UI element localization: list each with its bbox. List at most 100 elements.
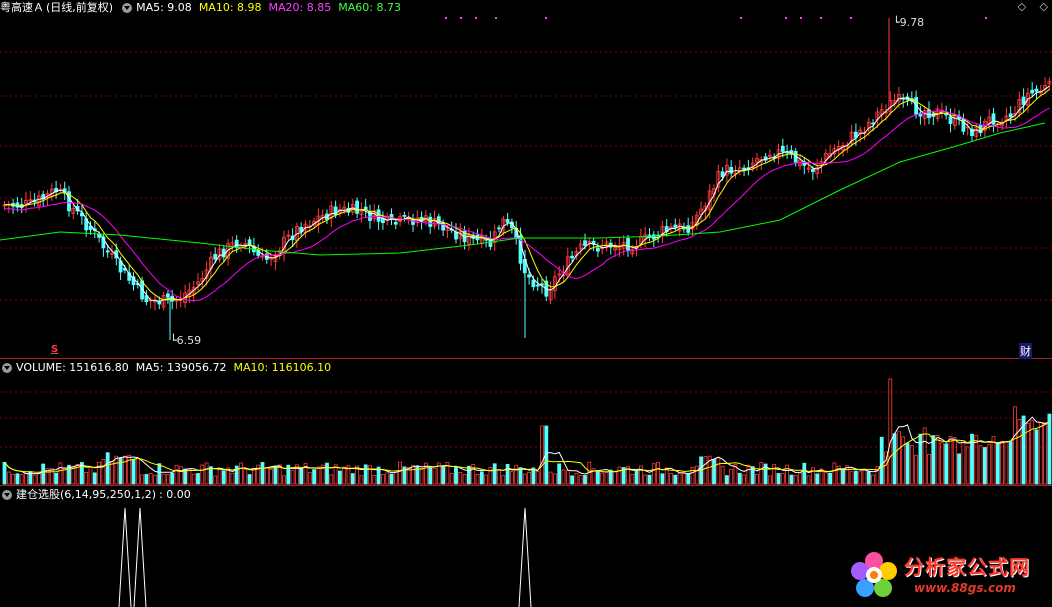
volume-bar bbox=[922, 427, 927, 485]
candle-body bbox=[965, 126, 970, 129]
candle-body bbox=[553, 276, 557, 292]
volume-bar bbox=[492, 463, 497, 485]
candle-body bbox=[1004, 115, 1009, 121]
stock-name[interactable]: 粤高速Ａ bbox=[0, 1, 44, 15]
volume-bar bbox=[686, 473, 691, 485]
volume-bar bbox=[286, 464, 291, 485]
candle-body bbox=[294, 226, 299, 241]
candle-body bbox=[944, 112, 949, 116]
volume-bar bbox=[183, 468, 188, 485]
candle-body bbox=[970, 128, 974, 136]
panel-divider bbox=[0, 358, 1052, 359]
volume-bar bbox=[131, 458, 136, 485]
candle-body bbox=[823, 152, 828, 161]
candle-body bbox=[694, 214, 699, 226]
candle-body bbox=[157, 300, 162, 305]
candle-body bbox=[368, 210, 372, 221]
volume-bar bbox=[974, 435, 979, 485]
finance-marker[interactable]: 财 bbox=[1019, 343, 1032, 359]
signal-marker[interactable]: S bbox=[51, 344, 58, 355]
volume-bar bbox=[944, 443, 949, 485]
candle-body bbox=[785, 151, 789, 154]
volume-bar bbox=[965, 446, 970, 485]
candle-body bbox=[927, 109, 931, 119]
volume-bar bbox=[406, 466, 411, 485]
candle-body bbox=[385, 215, 390, 221]
volume-bar bbox=[230, 472, 235, 485]
candle-body bbox=[1034, 88, 1039, 92]
candle-body bbox=[759, 158, 764, 163]
candle-body bbox=[832, 148, 837, 155]
candle-body bbox=[733, 172, 738, 175]
volume-bar bbox=[768, 475, 772, 485]
volume-bar bbox=[1004, 441, 1009, 485]
main-panel-header: 粤高速Ａ (日线,前复权) MA5: 9.08 MA10: 8.98 MA20:… bbox=[0, 0, 408, 16]
volume-bar bbox=[148, 473, 153, 485]
volume-bar bbox=[587, 461, 592, 485]
volume-bar bbox=[454, 466, 458, 485]
volume-bar bbox=[213, 475, 218, 485]
candle-body bbox=[6, 203, 11, 206]
volume-bar bbox=[793, 475, 798, 485]
collapse-toggle-icon[interactable] bbox=[2, 363, 12, 373]
volume-bar bbox=[118, 457, 123, 485]
candle-body bbox=[290, 235, 295, 241]
candle-body bbox=[811, 168, 815, 173]
candle-body bbox=[497, 227, 501, 230]
candle-body bbox=[651, 234, 656, 240]
candle-body bbox=[204, 269, 209, 279]
candle-body bbox=[273, 255, 278, 262]
candle-body bbox=[471, 234, 476, 239]
low-price-label: └6.59 bbox=[170, 334, 202, 347]
candle-body bbox=[707, 190, 712, 210]
candle-body bbox=[441, 222, 446, 231]
candle-body bbox=[798, 159, 802, 167]
collapse-toggle-icon[interactable] bbox=[122, 3, 133, 13]
bookmark-icon[interactable]: ◇ bbox=[1040, 0, 1048, 13]
candle-body bbox=[509, 221, 514, 229]
candle-body bbox=[888, 99, 893, 113]
volume-bar bbox=[1026, 422, 1030, 485]
volume-bar bbox=[983, 447, 987, 485]
candle-body bbox=[226, 243, 231, 259]
candle-body bbox=[15, 202, 20, 208]
candle-body bbox=[862, 131, 867, 134]
candle-body bbox=[247, 239, 252, 247]
volume-bar bbox=[101, 459, 106, 485]
candle-body bbox=[643, 234, 648, 240]
candle-body bbox=[234, 239, 239, 248]
volume-bar bbox=[871, 474, 875, 485]
candle-body bbox=[230, 242, 235, 248]
volume-bar bbox=[28, 471, 33, 485]
volume-bar bbox=[854, 470, 858, 485]
diamond-icon[interactable]: ◇ bbox=[1018, 0, 1026, 13]
volume-bar bbox=[428, 467, 433, 485]
volume-bar bbox=[858, 471, 863, 485]
candle-body bbox=[92, 228, 97, 232]
candle-body bbox=[251, 245, 256, 253]
high-price-label: └9.78 bbox=[893, 16, 925, 29]
volume-bar bbox=[221, 470, 226, 485]
candle-body bbox=[101, 236, 106, 249]
candle-body bbox=[11, 203, 16, 207]
candle-body bbox=[153, 299, 157, 303]
kline-chart[interactable] bbox=[0, 0, 1052, 607]
ma60-line bbox=[0, 122, 1046, 256]
volume-bar bbox=[514, 464, 519, 485]
candle-body bbox=[161, 294, 166, 308]
candle-body bbox=[978, 124, 983, 134]
candle-body bbox=[772, 156, 777, 159]
volume-bar bbox=[234, 465, 239, 485]
volume-bar bbox=[307, 472, 312, 485]
candle-body bbox=[712, 188, 716, 195]
candle-body bbox=[974, 126, 979, 137]
volume-bar bbox=[135, 458, 140, 485]
volume-bar bbox=[819, 468, 824, 485]
volume-bar bbox=[45, 468, 50, 485]
candle-body bbox=[879, 109, 884, 115]
signal-dot bbox=[475, 17, 477, 19]
collapse-toggle-icon[interactable] bbox=[2, 490, 12, 500]
candle-body bbox=[127, 272, 132, 281]
volume-bar bbox=[940, 442, 944, 485]
candle-body bbox=[780, 145, 785, 152]
